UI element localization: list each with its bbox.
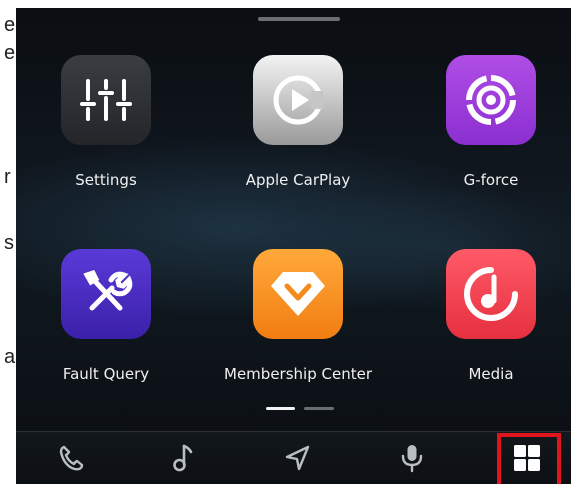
app-membership-center[interactable]: Membership Center (208, 249, 388, 399)
car-home-screen: Settings Apple CarPlay G-force Fault Que… (16, 8, 571, 484)
carplay-play-icon (253, 55, 343, 145)
app-fault-query[interactable]: Fault Query (16, 249, 196, 399)
page-dot-active[interactable] (266, 407, 295, 410)
dock-music-button[interactable] (153, 432, 213, 484)
app-label: Apple CarPlay (245, 171, 351, 189)
app-label: Media (468, 365, 514, 383)
left-text-fragment: s (4, 232, 14, 254)
app-media[interactable]: Media (401, 249, 571, 399)
app-apple-carplay[interactable]: Apple CarPlay (208, 55, 388, 205)
left-text-fragment: a (4, 346, 16, 368)
dock-navigation-button[interactable] (268, 432, 328, 484)
page: e e r s a Settings Apple CarPlay G-force… (0, 0, 571, 484)
target-ring-icon (446, 55, 536, 145)
music-note-icon (173, 444, 193, 472)
microphone-icon (401, 445, 423, 473)
page-dot-inactive[interactable] (304, 407, 334, 410)
left-text-fragment: r (4, 166, 11, 188)
app-g-force[interactable]: G-force (401, 55, 571, 205)
equalizer-sliders-icon (61, 55, 151, 145)
dock-phone-button[interactable] (42, 432, 102, 484)
phone-icon (59, 445, 84, 471)
left-text-fragment: e (4, 42, 16, 64)
left-text-fragment: e (4, 14, 16, 36)
page-indicator (266, 407, 346, 411)
pull-down-handle[interactable] (258, 17, 340, 21)
bottom-dock (16, 432, 571, 484)
app-grid-highlight-box (497, 433, 561, 484)
tools-wrench-screwdriver-icon (61, 249, 151, 339)
app-settings[interactable]: Settings (16, 55, 196, 205)
left-background-strip: e e r s a (0, 0, 16, 484)
app-label: G-force (463, 171, 519, 189)
app-label: Settings (75, 171, 137, 189)
music-note-disc-icon (446, 249, 536, 339)
diamond-icon (253, 249, 343, 339)
app-label: Fault Query (62, 365, 150, 383)
navigation-arrow-icon (285, 445, 310, 471)
dock-voice-button[interactable] (382, 432, 442, 484)
app-label: Membership Center (224, 365, 372, 383)
